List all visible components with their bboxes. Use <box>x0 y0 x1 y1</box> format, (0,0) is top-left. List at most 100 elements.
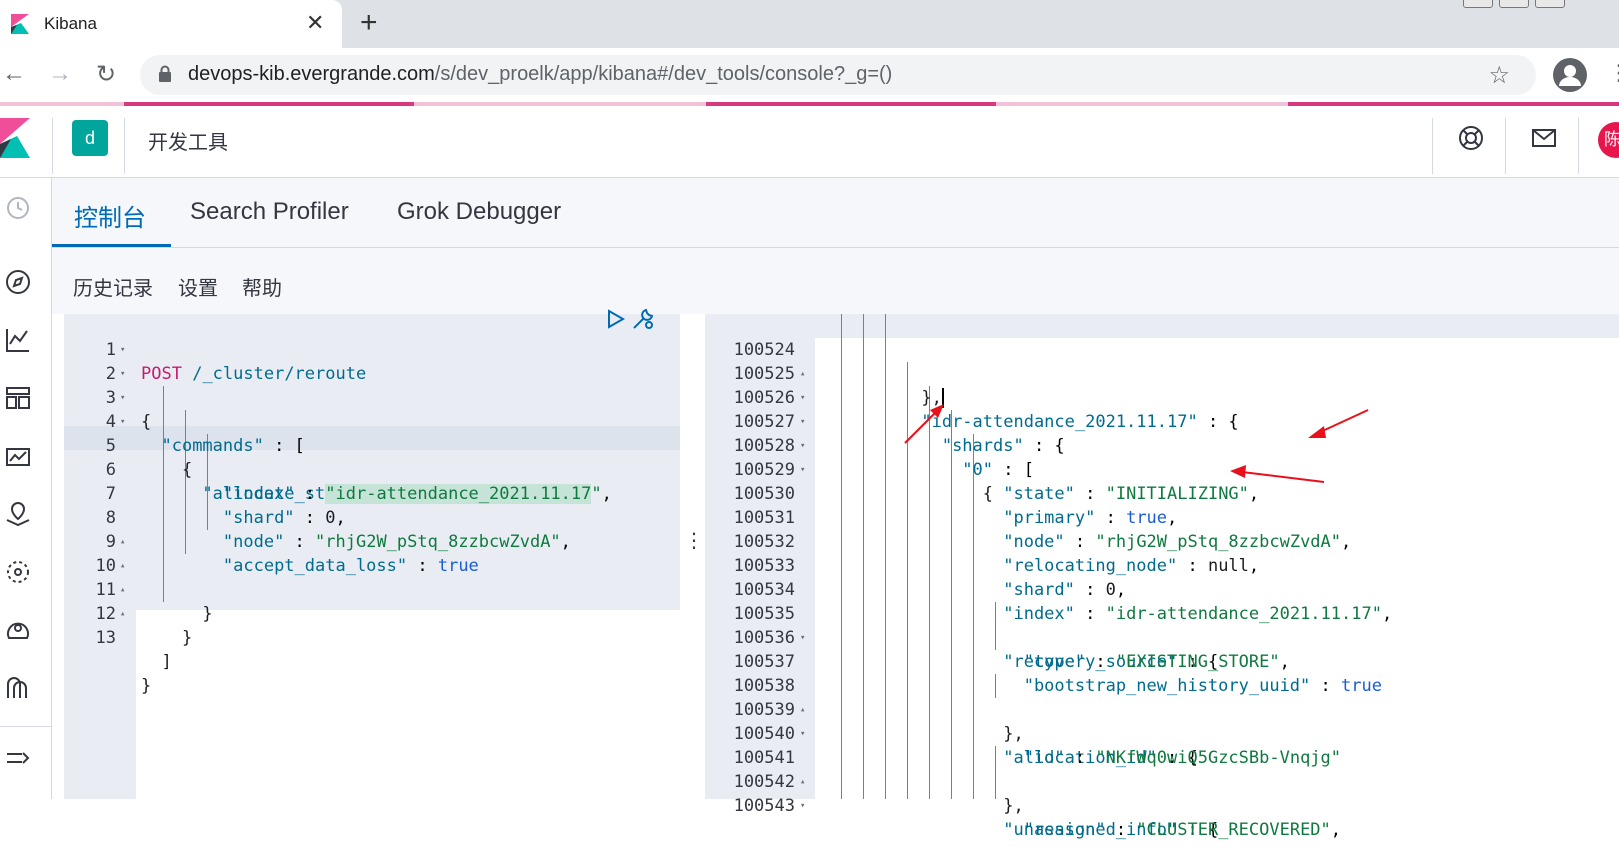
code-line: 100534 "index" : "idr-attendance_2021.11… <box>705 554 1619 624</box>
browser-tab-strip: Kibana ✕ + <box>0 0 1619 48</box>
dashboard-icon[interactable] <box>4 384 32 412</box>
code-line: 100538 ▴ }, <box>705 650 1619 744</box>
address-bar[interactable]: devops-kib.evergrande.com/s/dev_proelk/a… <box>140 55 1536 95</box>
url-text[interactable]: devops-kib.evergrande.com/s/dev_proelk/a… <box>188 63 892 86</box>
fold-toggle-icon[interactable]: ▴ <box>120 602 125 626</box>
left-nav-sidebar <box>0 178 52 799</box>
history-link[interactable]: 历史记录 <box>73 272 153 301</box>
code-line: 13 ▴ } <box>64 602 680 696</box>
resize-handle-icon[interactable]: ⋮ <box>684 528 704 553</box>
code-line: 100533 "shard" : 0, <box>705 530 1619 600</box>
code-line: 11 ▴ } <box>64 554 680 648</box>
code-line: 100530 "primary" : true, <box>705 458 1619 528</box>
tab-console[interactable]: 控制台 <box>74 198 146 233</box>
fold-toggle-icon[interactable]: ▾ <box>120 410 125 434</box>
fold-toggle-icon[interactable]: ▾ <box>800 794 805 818</box>
kibana-favicon-icon <box>11 14 29 34</box>
header-divider <box>1578 118 1579 174</box>
close-window-button[interactable] <box>1535 0 1565 8</box>
logs-icon[interactable] <box>4 674 32 702</box>
space-selector-avatar[interactable]: d <box>72 120 108 156</box>
person-icon <box>1559 65 1581 86</box>
settings-link[interactable]: 设置 <box>178 272 218 301</box>
collapse-nav-icon[interactable] <box>4 744 32 772</box>
page-title: 开发工具 <box>148 132 228 154</box>
dev-tools-tabs: 控制台 Search Profiler Grok Debugger <box>52 178 1619 248</box>
code-line: 100529 "state" : "INITIALIZING", <box>705 434 1619 504</box>
code-line: 100532 "relocating_node" : null, <box>705 506 1619 576</box>
header-divider <box>1505 118 1506 174</box>
discover-compass-icon[interactable] <box>4 268 32 296</box>
header-divider <box>52 118 53 174</box>
header-divider <box>1432 118 1433 174</box>
response-editor[interactable]: 100524 ▴ }, 100525 ▾ "idr-attendance_202… <box>705 314 1619 840</box>
visualize-chart-icon[interactable] <box>4 326 32 354</box>
window-controls <box>1459 0 1619 10</box>
minimize-window-button[interactable] <box>1463 0 1493 8</box>
request-editor[interactable]: 1 POST /_cluster/reroute 2 ▾ { 3 ▾ "comm… <box>64 308 680 799</box>
fold-toggle-icon[interactable]: ▴ <box>120 554 125 578</box>
code-line: 100527 ▾ "0" : [ <box>705 386 1619 480</box>
code-line: 100528 ▾ { <box>705 410 1619 504</box>
browser-menu-icon[interactable]: ⋮ <box>1608 60 1619 86</box>
line-number: 100543 <box>733 796 795 816</box>
line-number: 13 <box>95 628 116 648</box>
url-host: devops-kib.evergrande.com <box>188 63 435 85</box>
code-line: 10 ▴ } <box>64 530 680 624</box>
code-line: 1 POST /_cluster/reroute <box>64 314 680 384</box>
code-line: 100536 "type" : "EXISTING_STORE", <box>705 602 1619 672</box>
newsfeed-mail-icon[interactable] <box>1530 124 1558 152</box>
code-line: 4 ▾ { <box>64 386 680 480</box>
maps-pin-icon[interactable] <box>4 500 32 528</box>
canvas-icon[interactable] <box>4 442 32 470</box>
machine-learning-icon[interactable] <box>4 558 32 586</box>
code-line: 100526 ▾ "shards" : { <box>705 362 1619 456</box>
wrench-settings-icon[interactable] <box>630 306 656 332</box>
tab-search-profiler[interactable]: Search Profiler <box>190 198 349 226</box>
back-icon[interactable]: ← <box>2 60 26 88</box>
url-path: /s/dev_proelk/app/kibana#/dev_tools/cons… <box>434 63 893 85</box>
bookmark-star-icon[interactable]: ☆ <box>1488 61 1510 90</box>
maximize-window-button[interactable] <box>1499 0 1529 8</box>
forward-icon[interactable]: → <box>48 60 72 88</box>
code-line: 100541 ▴ }, <box>705 722 1619 816</box>
fold-toggle-icon[interactable]: ▴ <box>120 578 125 602</box>
fold-toggle-icon[interactable]: ▾ <box>120 362 125 386</box>
send-request-play-icon[interactable] <box>604 308 626 330</box>
recently-viewed-clock-icon[interactable] <box>4 194 32 222</box>
console-menu: 历史记录 设置 帮助 <box>52 248 1619 314</box>
code-line: 5 ▾ "allocate_stale_primary" : { <box>64 410 680 504</box>
browser-tab-title: Kibana <box>44 14 97 33</box>
reload-icon[interactable]: ↻ <box>96 60 116 89</box>
kibana-logo-icon[interactable] <box>0 118 34 158</box>
code-line: 100525 ▾ "idr-attendance_2021.11.17" : { <box>705 338 1619 432</box>
code-line: 2 ▾ { <box>64 338 680 432</box>
code-line: 12 ▴ ] <box>64 578 680 672</box>
user-avatar[interactable]: 陈 <box>1598 122 1619 158</box>
header-divider <box>124 118 125 174</box>
browser-tab-kibana[interactable]: Kibana ✕ <box>0 0 342 48</box>
nav-divider <box>0 726 52 727</box>
help-link[interactable]: 帮助 <box>242 272 282 301</box>
code-line: 100524 ▴ }, <box>705 314 1619 408</box>
code-line: 9 "accept_data_loss" : true <box>64 506 680 576</box>
code-line: 100540 "id" : "NKfWq0wiQ5GzcSBb-Vnqjg" <box>705 698 1619 768</box>
browser-toolbar: ← → ↻ devops-kib.evergrande.com/s/dev_pr… <box>0 48 1619 102</box>
fold-toggle-icon[interactable]: ▴ <box>120 530 125 554</box>
lock-icon <box>159 65 171 82</box>
code-line: 100537 "bootstrap_new_history_uuid" : tr… <box>705 626 1619 696</box>
code-line: 100543 "reason" : "CLUSTER_RECOVERED", <box>705 770 1619 840</box>
tab-grok-debugger[interactable]: Grok Debugger <box>397 198 561 226</box>
close-tab-icon[interactable]: ✕ <box>306 10 324 36</box>
infrastructure-icon[interactable] <box>4 616 32 644</box>
kibana-header: d 开发工具 陈 <box>0 106 1619 178</box>
profile-avatar-icon[interactable] <box>1553 58 1587 92</box>
new-tab-button[interactable]: + <box>360 6 378 40</box>
code-line: 6 "index" : "idr-attendance_2021.11.17", <box>64 434 680 504</box>
fold-toggle-icon[interactable]: ▾ <box>120 386 125 410</box>
code-line: 7 "shard" : 0, <box>64 458 680 528</box>
code-line: 8 "node" : "rhjG2W_pStq_8zzbcwZvdA", <box>64 482 680 552</box>
help-lifebuoy-icon[interactable] <box>1457 124 1485 152</box>
code-line: 100542 ▾ "unassigned_info" : { <box>705 746 1619 840</box>
fold-toggle-icon[interactable]: ▾ <box>120 338 125 362</box>
